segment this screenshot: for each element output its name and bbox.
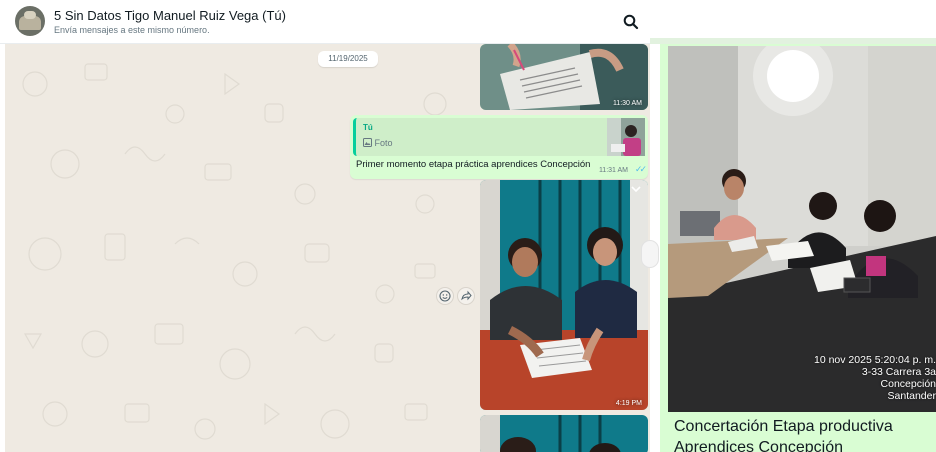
double-check-icon: ✓✓ bbox=[634, 164, 647, 174]
photo-icon bbox=[363, 138, 372, 147]
media-preview-panel: 10 nov 2025 5:20:04 p. m. 3-33 Carrera 3… bbox=[650, 0, 936, 452]
chat-header[interactable]: 5 Sin Datos Tigo Manuel Ruiz Vega (Tú) E… bbox=[0, 0, 650, 44]
chevron-down-icon[interactable] bbox=[629, 183, 643, 195]
message-list[interactable]: 11/19/2025 11:30 AM Tú Foto Primer momen… bbox=[5, 44, 650, 452]
message-text: Primer momento etapa práctica aprendices… bbox=[356, 159, 591, 170]
app-window: 5 Sin Datos Tigo Manuel Ruiz Vega (Tú) E… bbox=[0, 0, 936, 452]
quote-thumbnail bbox=[607, 118, 645, 156]
photo-timestamp: 10 nov 2025 5:20:04 p. m. 3-33 Carrera 3… bbox=[813, 354, 936, 402]
quote-type: Foto bbox=[363, 138, 393, 148]
forward-button[interactable] bbox=[457, 287, 475, 305]
image-message[interactable]: 11:30 AM bbox=[480, 44, 648, 110]
search-icon[interactable] bbox=[622, 13, 640, 31]
chat-subtitle: Envía mensajes a este mismo número. bbox=[54, 25, 210, 35]
forward-icon bbox=[461, 290, 472, 301]
panel-toggle-handle[interactable] bbox=[641, 240, 659, 268]
emoji-reaction-button[interactable] bbox=[436, 287, 454, 305]
reply-message[interactable]: Tú Foto Primer momento etapa práctica ap… bbox=[350, 115, 648, 179]
quoted-message[interactable]: Tú Foto bbox=[353, 118, 645, 156]
preview-caption: Concertación Etapa productiva Aprendices… bbox=[674, 418, 893, 452]
message-time: 4:19 PM bbox=[615, 400, 642, 407]
message-time: 11:30 AM bbox=[612, 100, 642, 107]
avatar[interactable] bbox=[15, 6, 45, 36]
photo-thumbnail[interactable] bbox=[480, 415, 648, 452]
photo-thumbnail[interactable] bbox=[480, 180, 648, 410]
image-message[interactable] bbox=[480, 415, 648, 452]
emoji-icon bbox=[439, 290, 451, 302]
message-time: 11:31 AM bbox=[598, 167, 628, 174]
quote-author: Tú bbox=[363, 123, 373, 132]
date-separator: 11/19/2025 bbox=[318, 51, 378, 67]
quote-type-label: Foto bbox=[374, 138, 393, 148]
chat-title[interactable]: 5 Sin Datos Tigo Manuel Ruiz Vega (Tú) bbox=[54, 8, 286, 23]
preview-bubble[interactable]: 10 nov 2025 5:20:04 p. m. 3-33 Carrera 3… bbox=[660, 44, 936, 452]
preview-photo[interactable]: 10 nov 2025 5:20:04 p. m. 3-33 Carrera 3… bbox=[668, 46, 936, 412]
image-message[interactable]: 4:19 PM bbox=[480, 180, 648, 410]
